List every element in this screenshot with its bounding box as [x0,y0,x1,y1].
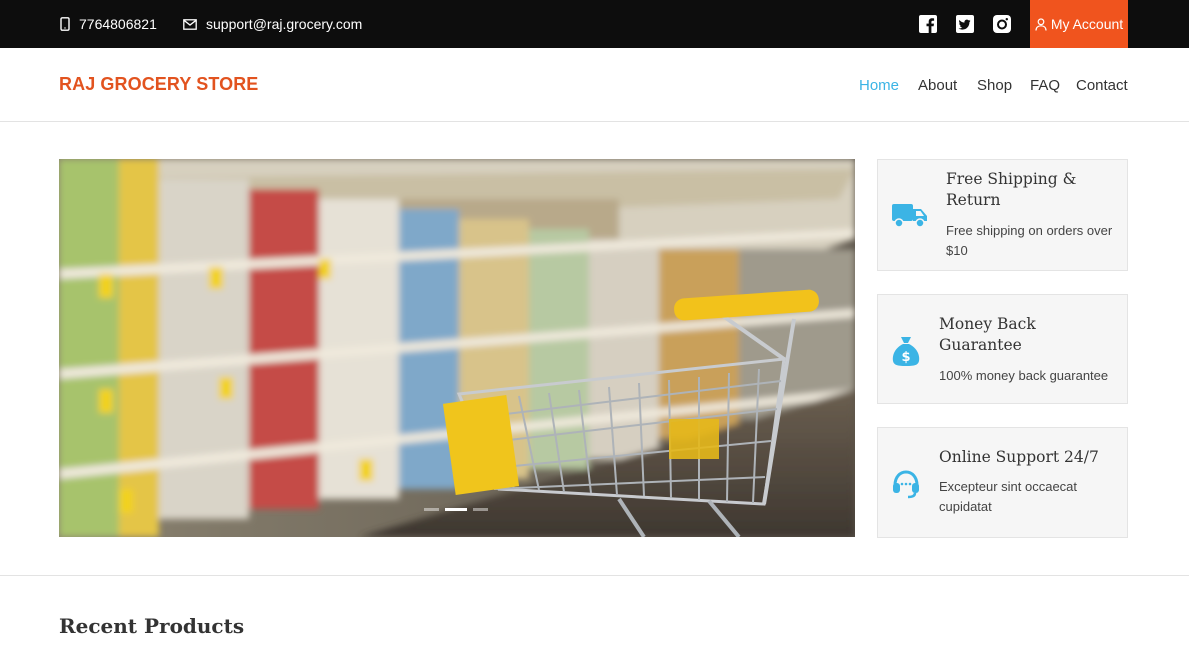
my-account-button[interactable]: My Account [1030,0,1128,48]
user-icon [1035,17,1047,31]
headset-icon [891,469,921,499]
feature-title: Online Support 24/7 [939,448,1099,466]
carousel-dot-3[interactable] [473,508,488,511]
section-title: Recent Products [59,614,245,638]
nav-about[interactable]: About [918,77,957,94]
feature-text: 100% money back guarantee [939,368,1109,383]
hero-carousel[interactable] [59,159,855,537]
feature-text: Free shipping on orders over $10 [946,223,1113,258]
email-address: support@raj.grocery.com [206,16,363,32]
carousel-indicators [424,508,488,511]
carousel-dot-2[interactable] [445,508,467,511]
main-navbar: RAJ GROCERY STORE Home About Shop FAQ Co… [0,48,1189,122]
nav-home[interactable]: Home [859,77,899,94]
truck-icon [891,200,929,230]
feature-online-support: Online Support 24/7 Excepteur sint occae… [877,427,1128,538]
hero-image [59,159,855,537]
feature-money-back: $ Money Back Guarantee 100% money back g… [877,294,1128,404]
phone-contact[interactable]: 7764806821 [60,0,157,48]
twitter-icon[interactable] [955,14,975,34]
nav-faq[interactable]: FAQ [1030,77,1060,94]
envelope-icon [183,18,197,30]
nav-contact[interactable]: Contact [1076,77,1128,94]
email-contact[interactable]: support@raj.grocery.com [183,0,362,48]
my-account-label: My Account [1050,16,1124,32]
nav-shop[interactable]: Shop [977,77,1012,94]
facebook-icon[interactable] [918,14,938,34]
svg-text:$: $ [901,350,910,365]
top-bar: 7764806821 support@raj.grocery.com My Ac… [0,0,1189,48]
feature-free-shipping: Free Shipping & Return Free shipping on … [877,159,1128,271]
feature-title: Free Shipping & Return [946,170,1077,209]
phone-number: 7764806821 [79,16,157,32]
section-divider [0,575,1189,576]
feature-text: Excepteur sint occaecat cupidatat [939,479,1078,514]
instagram-icon[interactable] [992,14,1012,34]
carousel-dot-1[interactable] [424,508,439,511]
brand-logo[interactable]: RAJ GROCERY STORE [59,74,258,95]
money-bag-icon: $ [891,335,921,367]
phone-icon [60,17,70,31]
feature-title: Money Back Guarantee [939,315,1036,354]
